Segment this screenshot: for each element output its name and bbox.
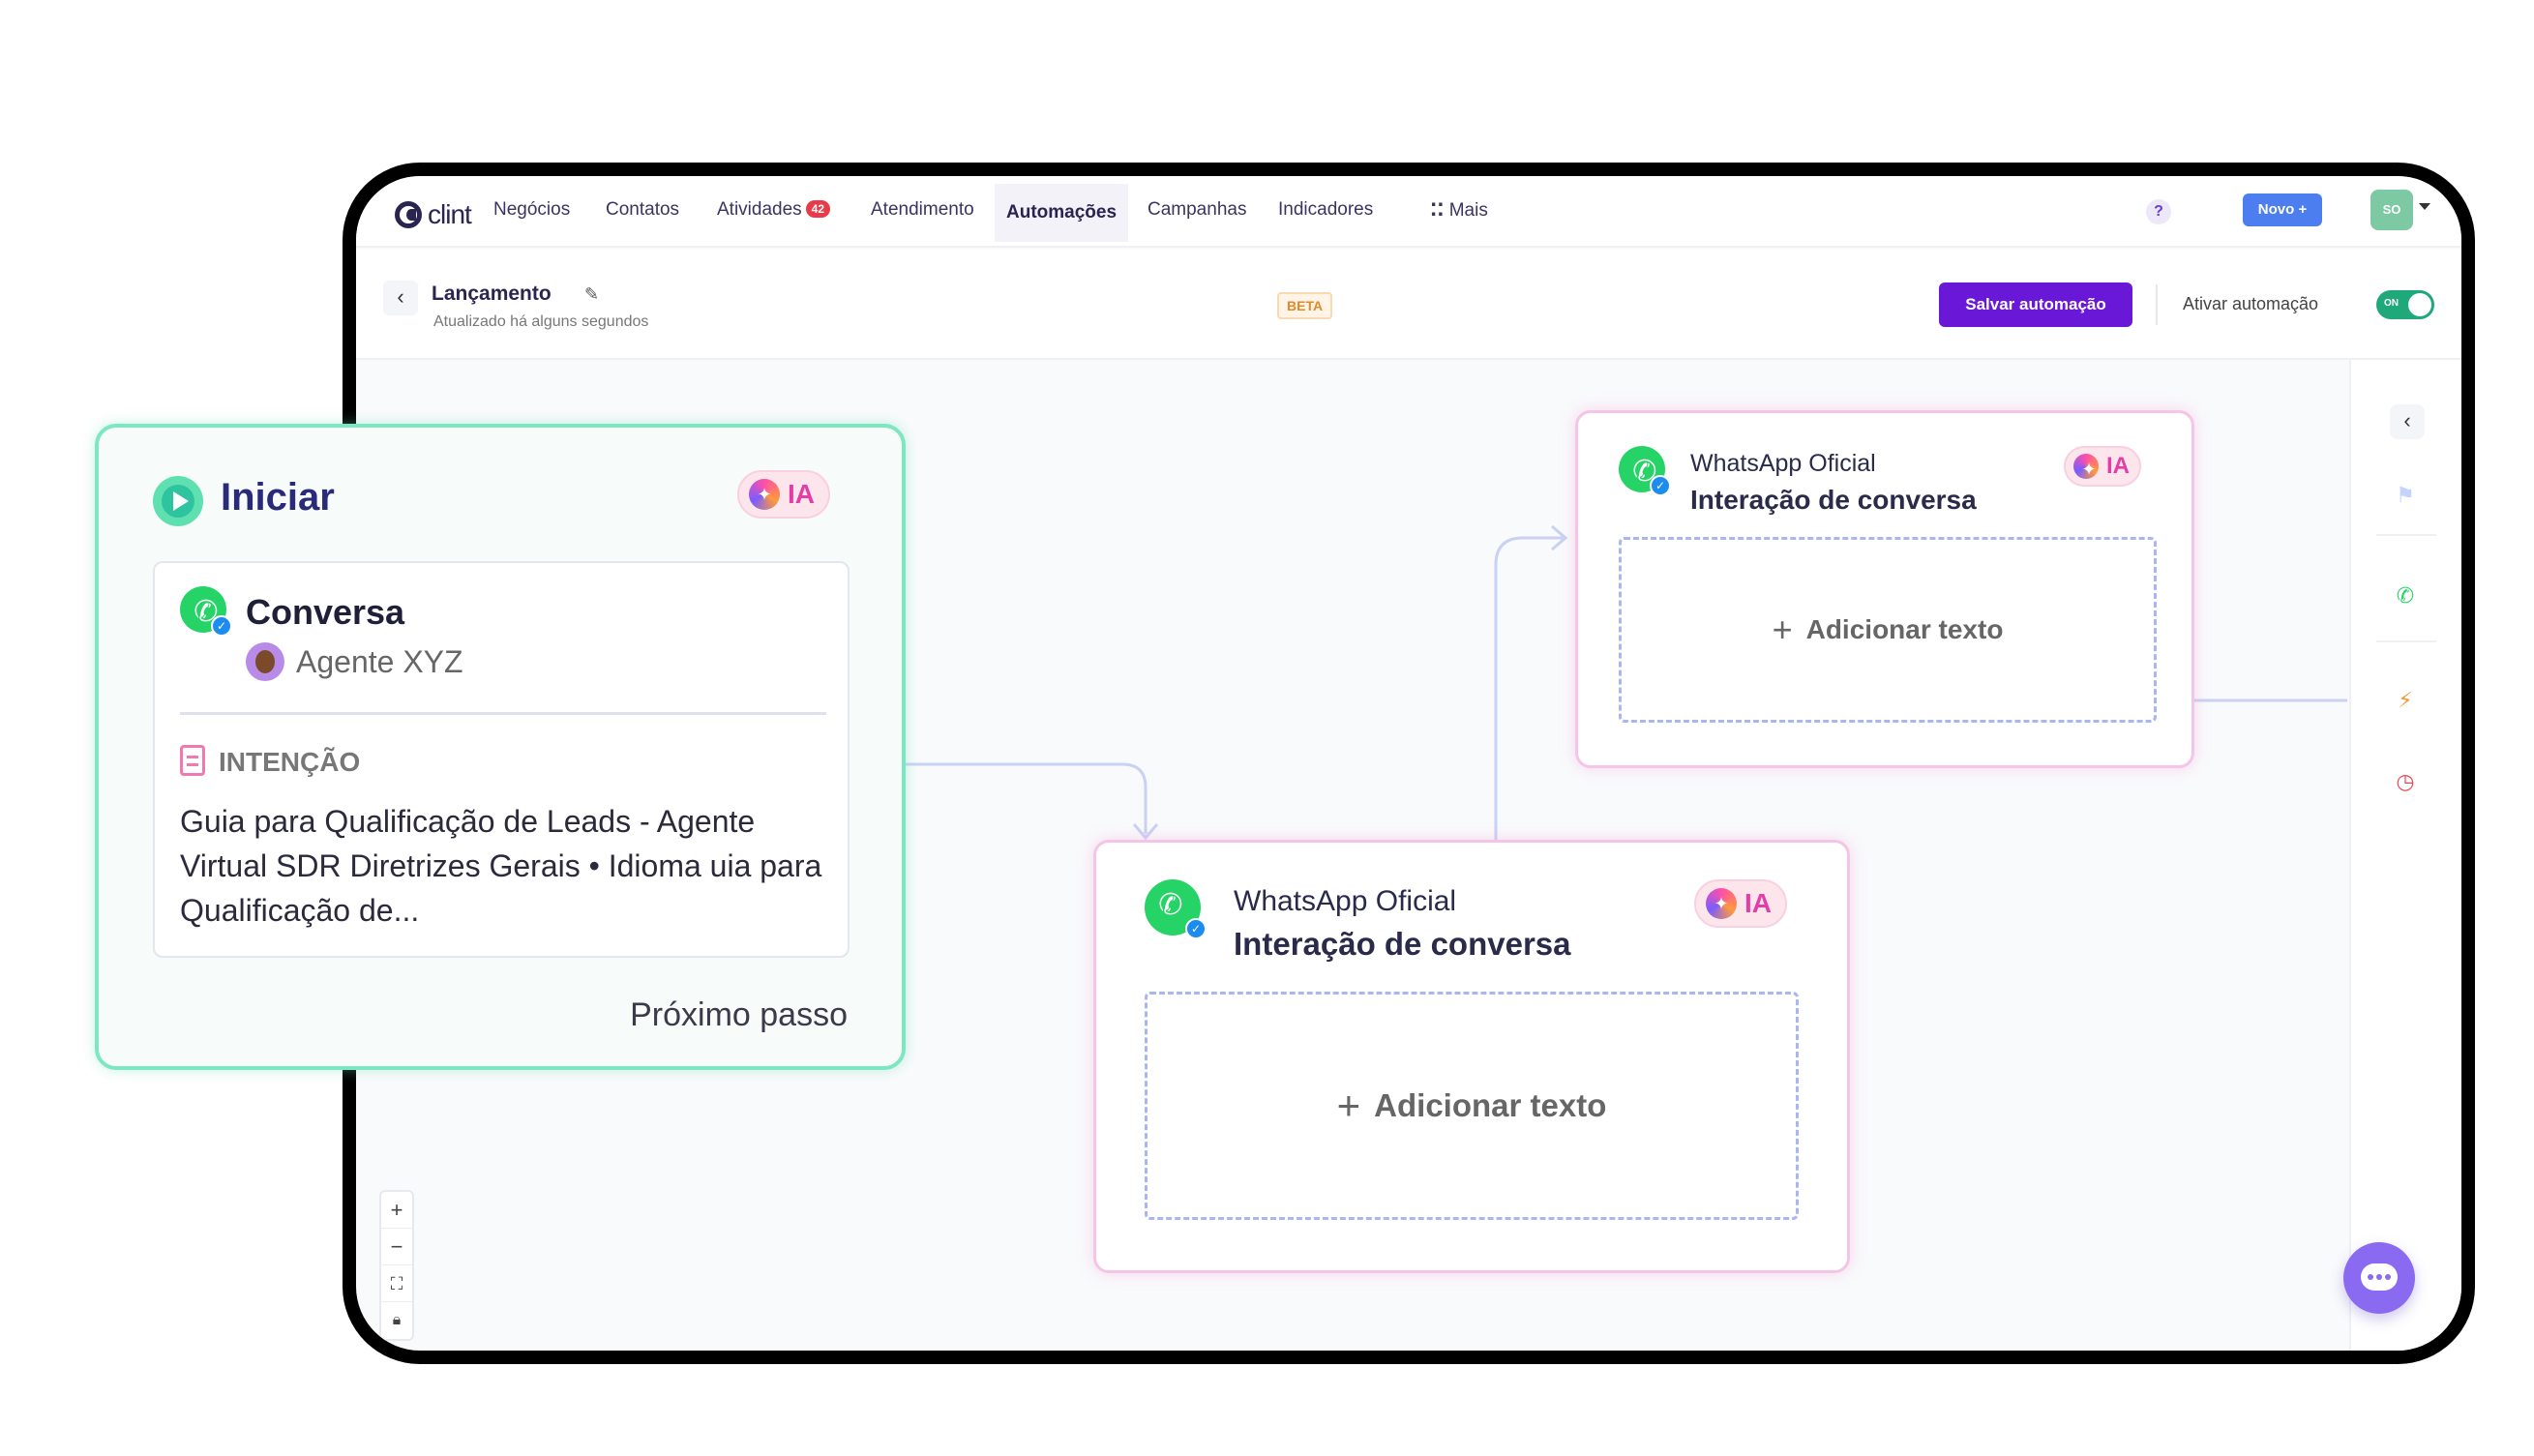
verified-icon: ✓ [1185, 918, 1207, 939]
whatsapp-icon: ✆ [2396, 583, 2415, 608]
help-button[interactable]: ? [2146, 199, 2171, 224]
beta-badge: BETA [1277, 292, 1333, 319]
plus-icon: + [1772, 609, 1793, 649]
toggle-knob [2408, 293, 2431, 316]
agent-name: Agente XYZ [296, 644, 463, 679]
action-label: Interação de conversa [1690, 485, 1977, 515]
intent-label: INTENÇÃO [219, 747, 361, 777]
activities-count-badge: 42 [805, 200, 831, 218]
verified-icon: ✓ [1650, 475, 1671, 496]
plus-icon: + [1336, 1083, 1361, 1128]
add-text-label: Adicionar texto [1374, 1087, 1607, 1123]
chevron-down-icon[interactable] [2419, 203, 2430, 210]
top-nav: clint Negócios Contatos Atividades 42 Ate… [356, 176, 2461, 248]
nav-mais[interactable]: ⁚⁚ Mais [1430, 199, 1488, 222]
verified-icon: ✓ [211, 615, 232, 637]
ia-badge[interactable]: IA [1694, 879, 1787, 928]
intent-text: Guia para Qualificação de Leads - Agente… [180, 804, 822, 928]
pencil-icon[interactable]: ✎ [584, 284, 599, 305]
automation-title: Lançamento [432, 282, 552, 305]
updated-text: Atualizado há alguns segundos [433, 313, 649, 330]
channel-label: WhatsApp Oficial [1690, 450, 1876, 477]
play-icon [153, 476, 203, 526]
nav-indicadores[interactable]: Indicadores [1278, 199, 1373, 221]
chevron-left-icon: ‹ [2403, 408, 2411, 432]
chat-support-button[interactable] [2343, 1242, 2415, 1314]
ia-badge[interactable]: IA [737, 470, 830, 519]
whatsapp-icon: ✓ [1619, 446, 1671, 498]
zoom-controls: + − ⛶ 🔒︎ [379, 1190, 414, 1341]
rail-divider [2376, 534, 2436, 536]
save-automation-button[interactable]: Salvar automação [1939, 282, 2132, 327]
user-avatar[interactable]: SO [2370, 190, 2413, 230]
chat-dot [2376, 1274, 2382, 1280]
add-text-label: Adicionar texto [1805, 614, 2004, 644]
logo-text: clint [428, 199, 472, 229]
document-icon [180, 745, 205, 776]
start-title: Iniciar [221, 476, 335, 519]
flag-icon: ⚑ [2396, 483, 2415, 507]
activate-toggle[interactable]: ON [2376, 290, 2434, 319]
divider [2156, 284, 2158, 325]
clint-logo[interactable]: clint [395, 199, 472, 230]
flag-button[interactable]: ⚑ [2384, 474, 2427, 517]
fit-view-icon[interactable]: ⛶ [381, 1265, 412, 1302]
nav-atendimento[interactable]: Atendimento [871, 199, 974, 221]
nav-automacoes[interactable]: Automações [995, 184, 1129, 242]
chat-dot [2385, 1274, 2391, 1280]
rail-divider [2376, 640, 2436, 642]
bolt-icon: ⚡ [2398, 688, 2413, 712]
whatsapp-card-top[interactable]: ✓ WhatsApp Oficial Interação de conversa… [1575, 410, 2194, 768]
toggle-state-text: ON [2384, 298, 2399, 309]
conversation-box: ✓ Conversa Agente XYZ INTENÇÃO Guia para… [153, 561, 850, 958]
timer-icon: ◷ [2396, 769, 2415, 793]
trigger-tool-button[interactable]: ⚡ [2384, 679, 2427, 722]
nav-atividades[interactable]: Atividades 42 [717, 199, 831, 221]
nav-atividades-label: Atividades [717, 199, 802, 220]
lock-icon[interactable]: 🔒︎ [381, 1302, 412, 1339]
start-card[interactable]: Iniciar IA ✓ Conversa Agente XYZ INTENÇÃ… [95, 424, 906, 1070]
grid-dots-icon: ⁚⁚ [1430, 200, 1449, 221]
separator [180, 712, 826, 715]
whatsapp-card-bottom[interactable]: ✓ WhatsApp Oficial Interação de conversa… [1093, 840, 1850, 1273]
new-button[interactable]: Novo + [2243, 193, 2322, 226]
whatsapp-icon: ✓ [180, 586, 232, 639]
ia-label: IA [788, 479, 815, 509]
sparkle-icon [749, 479, 780, 510]
activate-label: Ativar automação [2183, 294, 2319, 313]
collapse-panel-button[interactable]: ‹ [2390, 404, 2425, 439]
back-icon: ‹ [397, 284, 404, 309]
nav-contatos[interactable]: Contatos [606, 199, 679, 221]
conversation-title: Conversa [246, 592, 405, 632]
sparkle-icon [1706, 888, 1737, 919]
nav-campanhas[interactable]: Campanhas [1148, 199, 1246, 221]
next-step-link[interactable]: Próximo passo [630, 996, 848, 1034]
chat-dot [2368, 1274, 2373, 1280]
add-text-box[interactable]: + Adicionar texto [1619, 537, 2157, 723]
clint-logo-icon [395, 201, 422, 228]
ia-label: IA [2106, 453, 2130, 479]
whatsapp-icon: ✓ [1145, 879, 1207, 939]
zoom-in-icon[interactable]: + [381, 1192, 412, 1229]
whatsapp-tool-button[interactable]: ✆ [2384, 575, 2427, 617]
ia-badge[interactable]: IA [2064, 446, 2141, 487]
sparkle-icon [2073, 454, 2104, 485]
nav-negocios[interactable]: Negócios [493, 199, 570, 221]
right-toolbar: ‹ ⚑ ✆ ⚡ ◷ [2349, 360, 2461, 1351]
nav-mais-label: Mais [1448, 200, 1488, 221]
ia-label: IA [1744, 888, 1772, 918]
timer-tool-button[interactable]: ◷ [2384, 760, 2427, 803]
add-text-box[interactable]: + Adicionar texto [1145, 992, 1799, 1220]
agent-avatar [246, 642, 284, 681]
action-label: Interação de conversa [1234, 926, 1571, 962]
zoom-out-icon[interactable]: − [381, 1229, 412, 1265]
automation-header: ‹ Lançamento ✎ Atualizado há alguns segu… [356, 250, 2461, 360]
back-button[interactable]: ‹ [383, 281, 418, 315]
channel-label: WhatsApp Oficial [1234, 885, 1457, 917]
